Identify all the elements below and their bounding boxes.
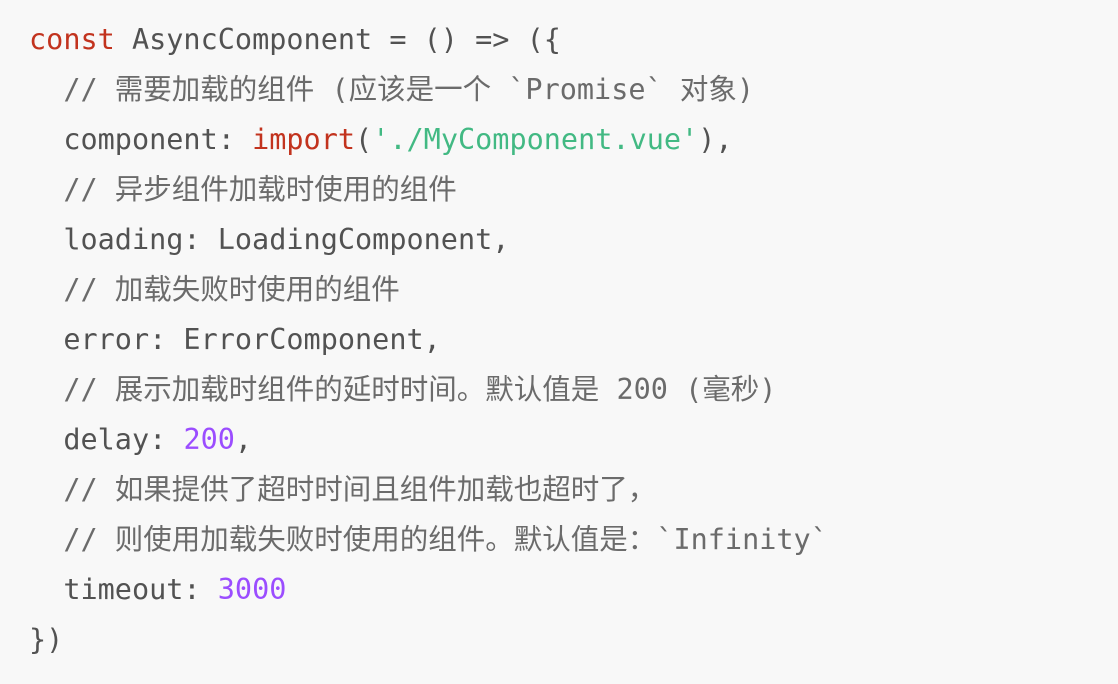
number-token: 200 [183,423,235,456]
code-line: // 展示加载时组件的延时时间。默认值是 200 (毫秒) [29,365,828,415]
code-line: // 加载失败时使用的组件 [29,265,828,315]
code-line: timeout: 3000 [29,565,828,615]
keyword-token: const [29,23,115,56]
code-text: ( [355,123,373,156]
code-line: // 需要加载的组件 (应该是一个 `Promise` 对象) [29,65,828,115]
code-line: error: ErrorComponent, [29,315,828,365]
code-line: // 则使用加载失败时使用的组件。默认值是：`Infinity` [29,515,828,565]
code-text: timeout: [29,573,218,606]
code-line: // 如果提供了超时时间且组件加载也超时了， [29,465,828,515]
code-text: component: [29,123,253,156]
code-line: loading: LoadingComponent, [29,215,828,265]
code-line: // 异步组件加载时使用的组件 [29,165,828,215]
comment-token: // 需要加载的组件 (应该是一个 `Promise` 对象) [29,73,755,106]
comment-token: // 加载失败时使用的组件 [29,273,400,306]
code-text: delay: [29,423,184,456]
code-line: const AsyncComponent = () => ({ [29,15,828,65]
comment-token: // 展示加载时组件的延时时间。默认值是 200 (毫秒) [29,373,777,406]
code-text: AsyncComponent = () => ({ [114,23,561,56]
code-line: delay: 200, [29,415,828,465]
code-text: error: ErrorComponent, [29,323,441,356]
code-text: ), [698,123,733,156]
comment-token: // 异步组件加载时使用的组件 [29,173,457,206]
code-text: }) [29,623,64,656]
code-line: component: import('./MyComponent.vue'), [29,115,828,165]
string-token: './MyComponent.vue' [372,123,699,156]
number-token: 3000 [217,573,287,606]
keyword-token: import [252,123,356,156]
comment-token: // 则使用加载失败时使用的组件。默认值是：`Infinity` [29,523,828,556]
code-text: , [234,423,253,456]
code-block: const AsyncComponent = () => ({ // 需要加载的… [29,15,828,665]
code-line: }) [29,615,828,665]
code-text: loading: LoadingComponent, [29,223,510,256]
comment-token: // 如果提供了超时时间且组件加载也超时了， [29,473,657,506]
